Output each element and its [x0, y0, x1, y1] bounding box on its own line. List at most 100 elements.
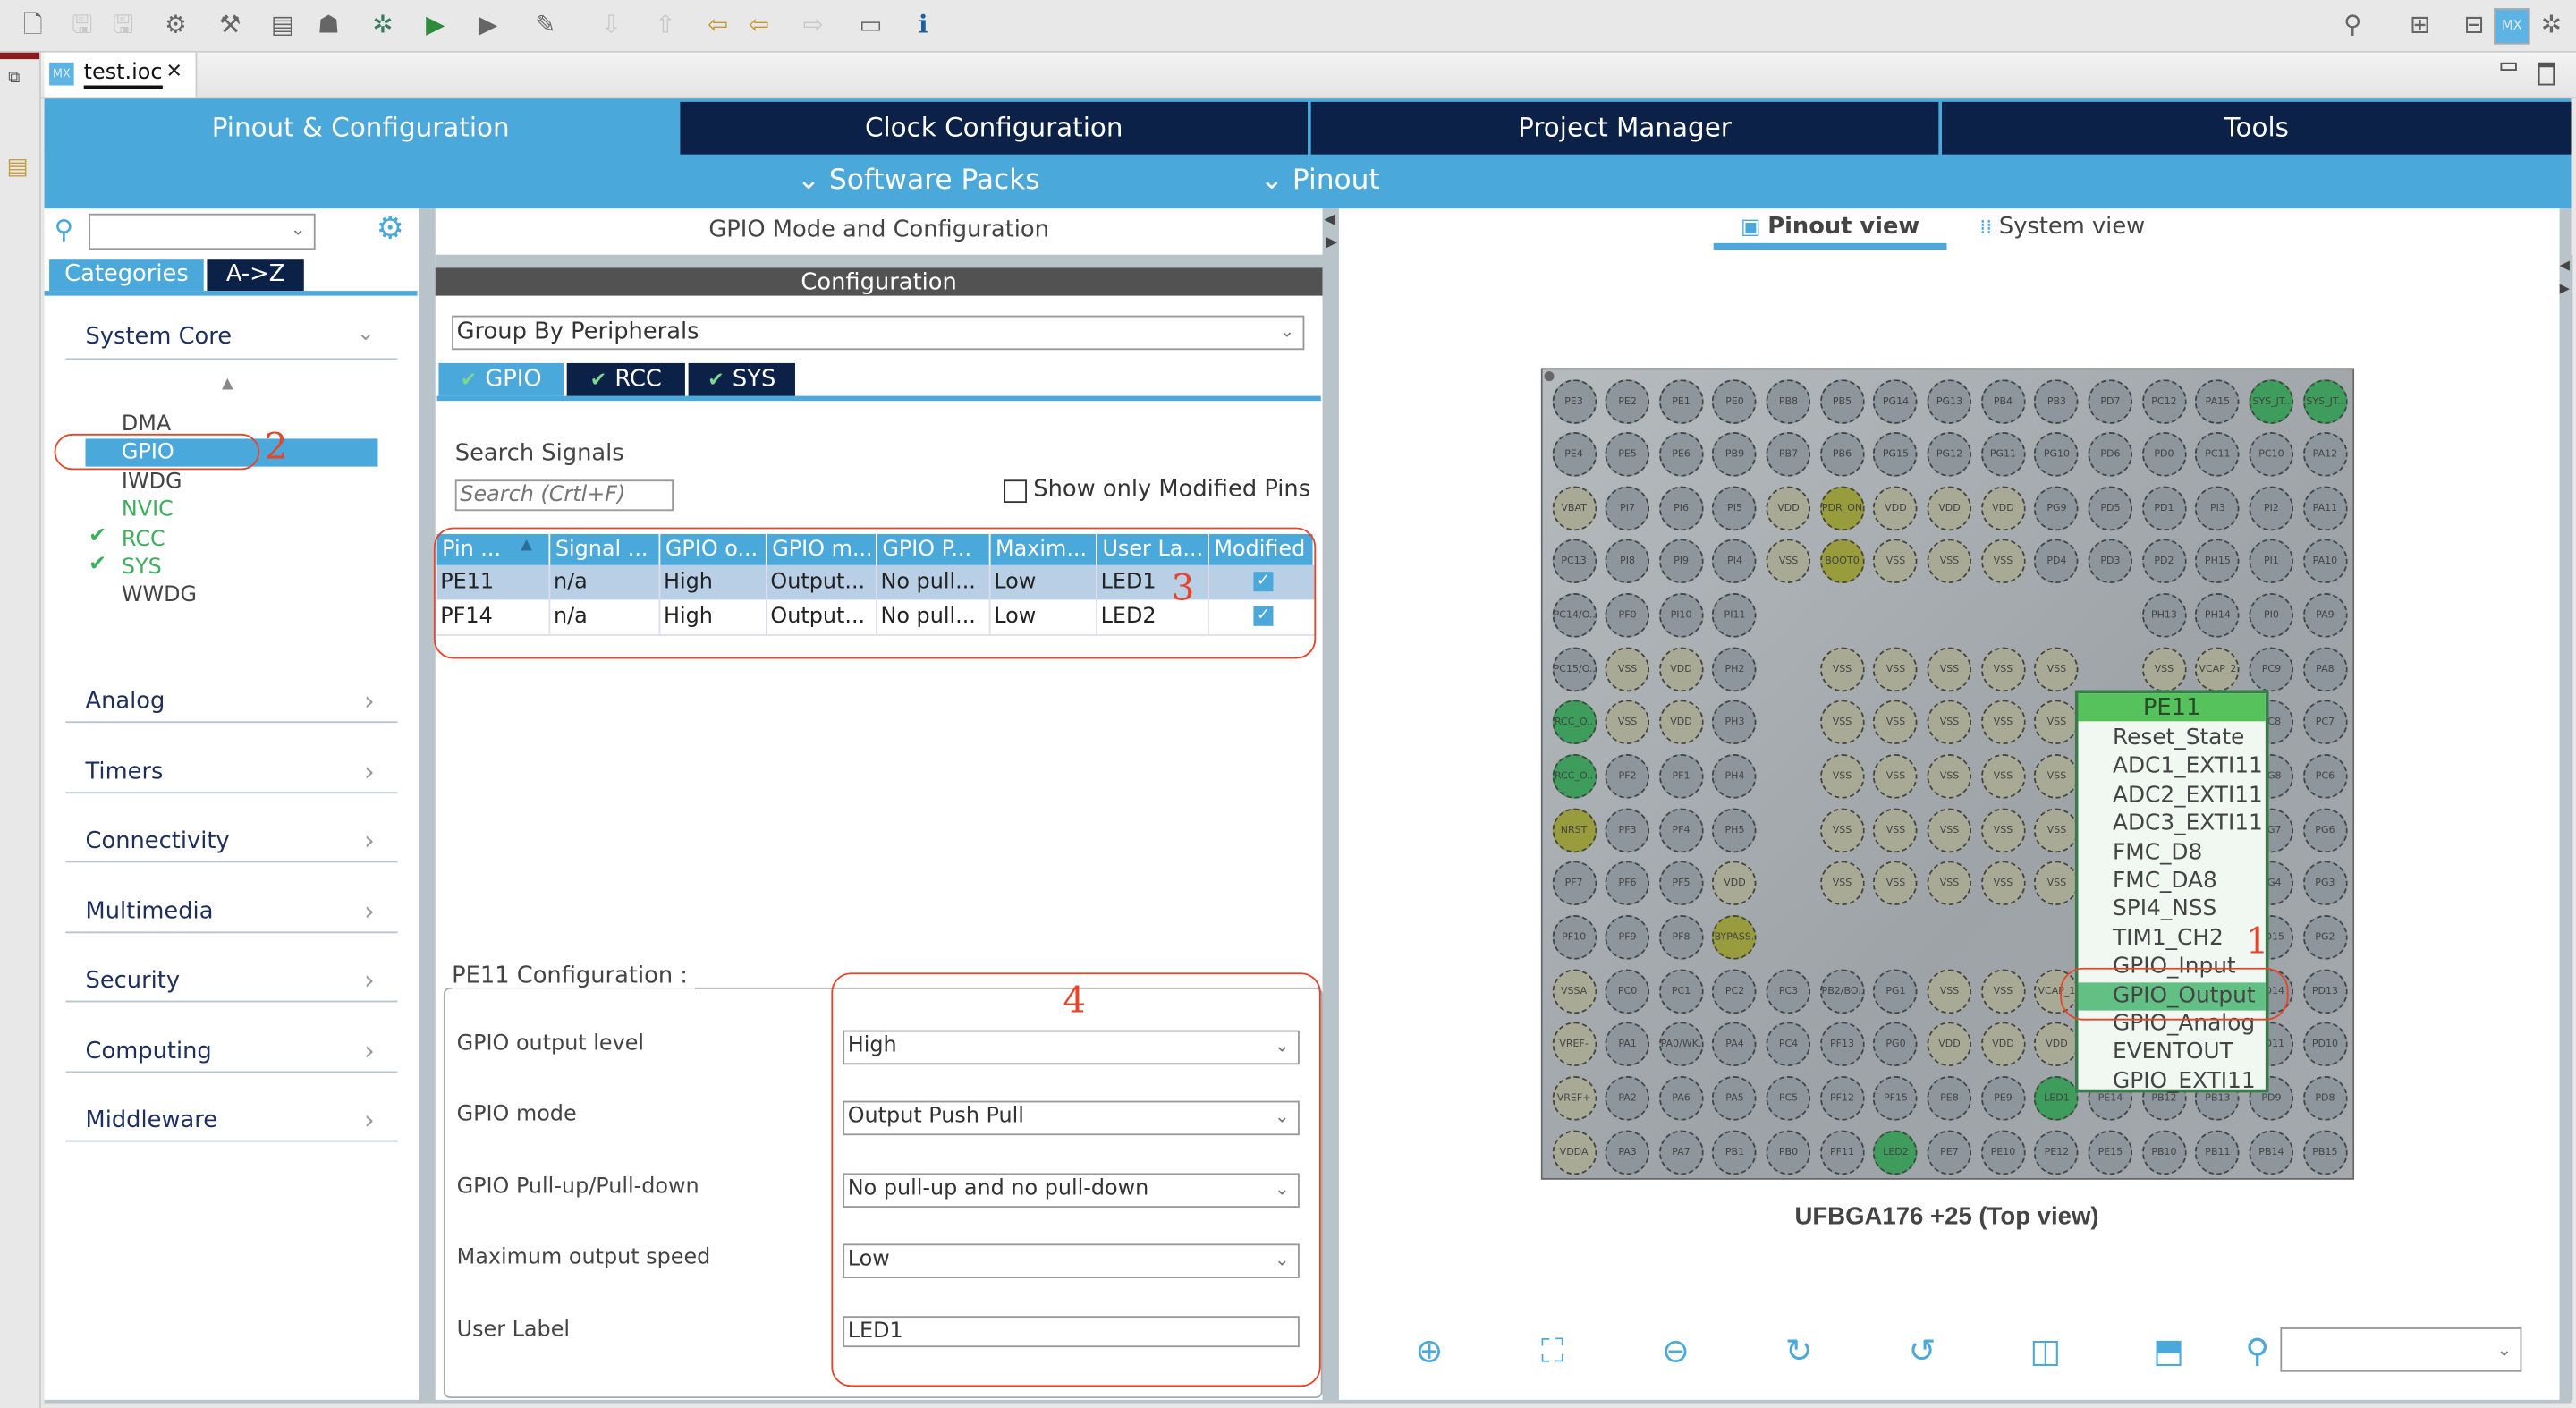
pin[interactable]: PI5 [1712, 486, 1758, 530]
right-scrollbar[interactable]: ◀ ▶ [2559, 254, 2573, 1400]
pin[interactable]: VSS [1766, 539, 1811, 584]
pin[interactable]: PI8 [1605, 539, 1650, 584]
pin[interactable]: VSS [2141, 647, 2187, 691]
collapse-left-icon[interactable]: ◀ [1324, 212, 1335, 228]
pin[interactable]: PE3 [1551, 378, 1597, 423]
pin[interactable]: VSS [1819, 700, 1865, 745]
open-perspective-icon[interactable]: ▭ [854, 8, 887, 41]
pin[interactable]: PH4 [1712, 754, 1758, 799]
pin[interactable]: PC11 [2195, 432, 2241, 477]
build-config-icon[interactable]: ⚙ [159, 8, 192, 41]
toggle-icon[interactable]: ☗ [312, 8, 345, 41]
restore-icon[interactable]: ⧉ [8, 69, 20, 87]
pin[interactable]: PE0 [1712, 378, 1758, 423]
search-signals-input[interactable] [454, 479, 674, 512]
category-system-core[interactable]: System Core ⌄ [65, 322, 398, 360]
pin[interactable]: PC1 [1658, 969, 1704, 1014]
pin[interactable]: PB8 [1766, 378, 1811, 423]
pin[interactable]: PE2 [1605, 378, 1650, 423]
pin[interactable]: PE10 [1980, 1130, 2026, 1175]
pin[interactable]: PA15 [2195, 378, 2241, 423]
pin[interactable]: PF4 [1658, 808, 1704, 852]
nav-tab-clock-configuration[interactable]: Clock Configuration [680, 101, 1309, 155]
system-core-item-rcc[interactable]: RCC [122, 525, 165, 553]
pin[interactable]: PE8 [1927, 1076, 1972, 1121]
pin[interactable]: PB3 [2034, 378, 2080, 423]
pin[interactable]: PF3 [1605, 808, 1650, 852]
pin[interactable]: VSS [1980, 700, 2026, 745]
peripheral-tab-sys[interactable]: ✔ SYS [688, 362, 795, 396]
pin[interactable]: PDR_ON [1819, 486, 1865, 530]
pin[interactable]: PD7 [2088, 378, 2133, 423]
tab-pinout-view[interactable]: ▣ Pinout view [1713, 214, 1947, 250]
tab-system-view[interactable]: ⁞⁞ System view [1979, 214, 2145, 240]
pin[interactable]: PH5 [1712, 808, 1758, 852]
pin[interactable]: VREF- [1551, 1022, 1597, 1067]
pin[interactable]: PG12 [1927, 432, 1972, 477]
pin[interactable]: PH2 [1712, 647, 1758, 691]
pin[interactable]: PB15 [2302, 1130, 2348, 1175]
pin[interactable]: VCAP_2 [2195, 647, 2241, 691]
forward-icon[interactable]: ⇨ [797, 8, 830, 41]
pin[interactable]: BYPASS.. [1712, 915, 1758, 960]
new-icon[interactable]: 🗋 [16, 8, 49, 41]
expand-right-icon[interactable]: ▶ [1326, 235, 1337, 251]
system-core-item-iwdg[interactable]: IWDG [122, 468, 182, 496]
expand-icon[interactable]: ▶ [2560, 281, 2570, 296]
save-icon[interactable]: 🖫 [65, 8, 98, 41]
pin[interactable]: PC7 [2302, 700, 2348, 745]
pin[interactable]: PC15/O.. [1551, 647, 1597, 691]
pin[interactable]: PD8 [2302, 1076, 2348, 1121]
info-icon[interactable]: ℹ [907, 8, 940, 41]
pin[interactable]: PA6 [1658, 1076, 1704, 1121]
pin[interactable]: VSS [1819, 808, 1865, 852]
find-combo[interactable]: ⌄ [2280, 1327, 2522, 1372]
debug-icon[interactable]: ✲ [367, 8, 400, 41]
pin[interactable]: PD6 [2088, 432, 2133, 477]
rotate-right-icon[interactable]: ↻ [1779, 1331, 1818, 1370]
pin[interactable]: PA9 [2302, 593, 2348, 638]
pin[interactable]: PB5 [1819, 378, 1865, 423]
pin[interactable]: PG13 [1927, 378, 1972, 423]
pin[interactable]: VSS [1980, 808, 2026, 852]
pin[interactable]: PA11 [2302, 486, 2348, 530]
save-all-icon[interactable]: 🖫 [106, 8, 140, 41]
pin[interactable]: PF6 [1605, 861, 1650, 906]
system-core-item-sys[interactable]: SYS [122, 554, 162, 581]
show-modified-checkbox[interactable] [1004, 479, 1027, 504]
pin-function-adc1-exti11[interactable]: ADC1_EXTI11 [2078, 753, 2265, 782]
flip-vertical-icon[interactable]: ◫ [2026, 1331, 2065, 1370]
collapse-right-icon[interactable]: ◀ [2560, 258, 2570, 273]
category-multimedia[interactable]: Multimedia › [65, 895, 398, 933]
pin[interactable]: VDD [1712, 861, 1758, 906]
fit-icon[interactable]: ⛶ [1533, 1331, 1572, 1370]
pin[interactable]: PG10 [2034, 432, 2080, 477]
pin[interactable]: PG2 [2302, 915, 2348, 960]
pin[interactable]: PI3 [2195, 486, 2241, 530]
nav-tab-tools[interactable]: Tools [1942, 101, 2572, 155]
pin[interactable]: PB2/BO.. [1819, 969, 1865, 1014]
pin[interactable]: PA5 [1712, 1076, 1758, 1121]
pin[interactable]: PH13 [2141, 593, 2187, 638]
zoom-in-icon[interactable]: ⊕ [1410, 1331, 1449, 1370]
pin[interactable]: PD3 [2088, 539, 2133, 584]
category-connectivity[interactable]: Connectivity › [65, 825, 398, 863]
pin[interactable]: PA12 [2302, 432, 2348, 477]
pin[interactable]: VDD [1873, 486, 1919, 530]
pin[interactable]: PH14 [2195, 593, 2241, 638]
pin[interactable]: VDD [1980, 1022, 2026, 1067]
pin[interactable]: VSS [2034, 754, 2080, 799]
pin[interactable]: PI1 [2249, 539, 2294, 584]
pin[interactable]: PF5 [1658, 861, 1704, 906]
pin[interactable]: PF15 [1873, 1076, 1919, 1121]
group-by-select[interactable]: Group By Peripherals ⌄ [452, 315, 1305, 351]
pin[interactable]: PI9 [1658, 539, 1704, 584]
pen-icon[interactable]: ✎ [529, 8, 562, 41]
pin[interactable]: PI0 [2249, 593, 2294, 638]
pin[interactable]: PI7 [1605, 486, 1650, 530]
pin[interactable]: PG1 [1873, 969, 1919, 1014]
category-middleware[interactable]: Middleware › [65, 1104, 398, 1142]
pin[interactable]: VREF+ [1551, 1076, 1597, 1121]
pin[interactable]: PB10 [2141, 1130, 2187, 1175]
pin[interactable]: VSSA [1551, 969, 1597, 1014]
